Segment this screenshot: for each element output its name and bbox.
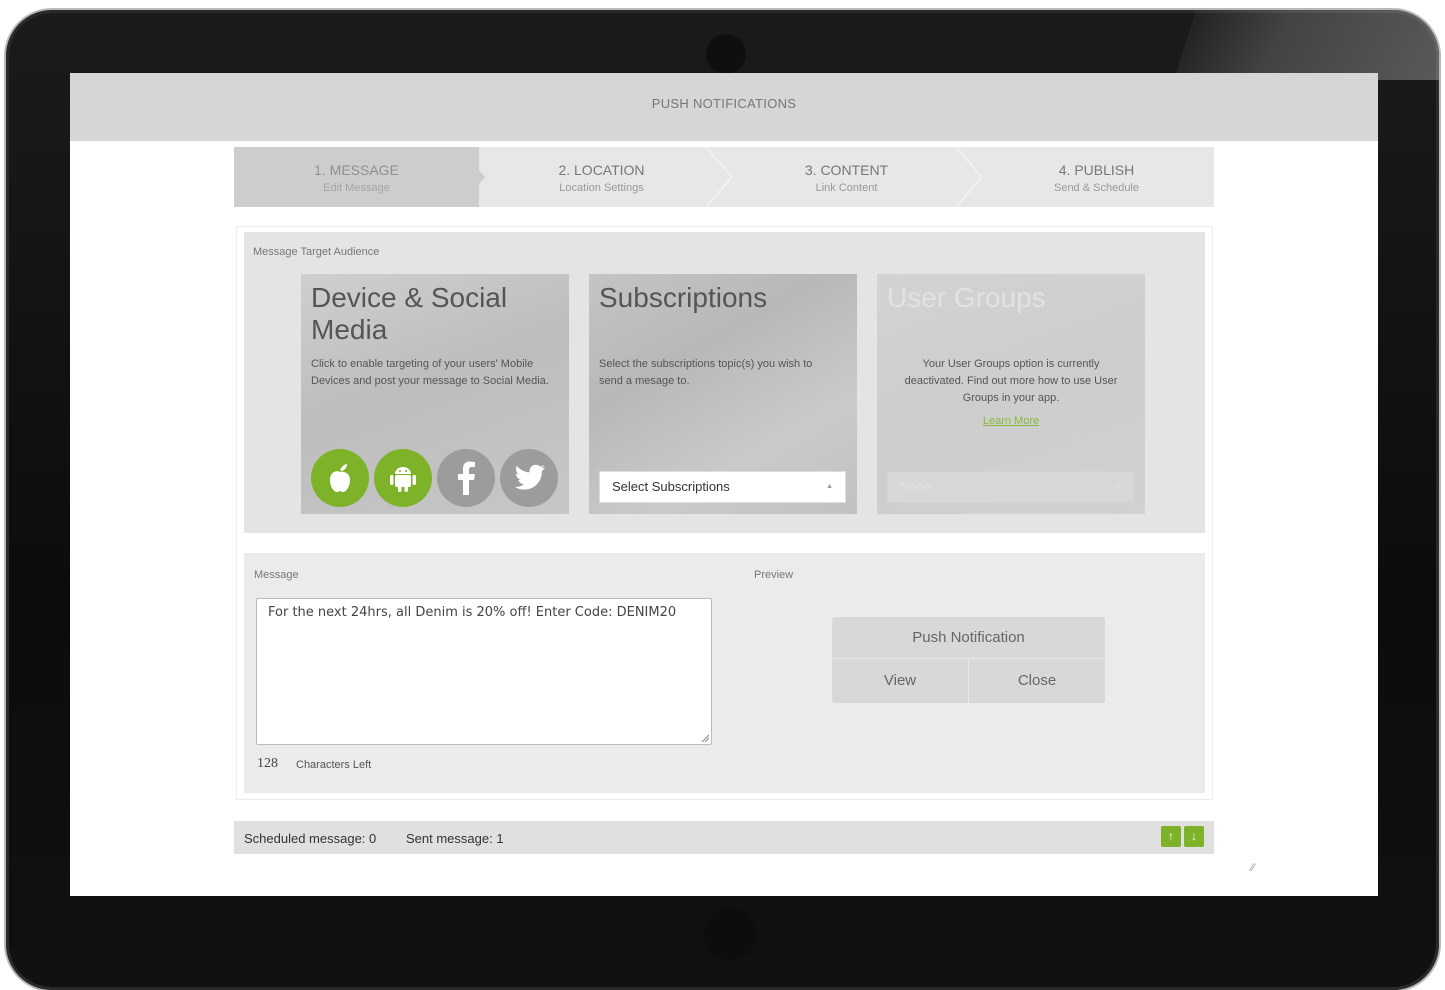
preview-close-button[interactable]: Close bbox=[969, 659, 1105, 703]
front-camera bbox=[706, 34, 746, 74]
card-device-social: Device & Social Media Click to enable ta… bbox=[301, 274, 569, 514]
step-subtitle: Edit Message bbox=[323, 182, 390, 194]
select-chevron-icon: ▲▼ bbox=[1114, 483, 1121, 514]
step-message[interactable]: 1. MESSAGE Edit Message bbox=[234, 147, 479, 207]
home-button bbox=[704, 908, 756, 960]
card-title: Device & Social Media bbox=[311, 282, 508, 345]
preview-title: Push Notification bbox=[832, 617, 1105, 659]
step-subtitle: Send & Schedule bbox=[1053, 182, 1139, 194]
step-location[interactable]: 2. LOCATION Location Settings bbox=[479, 147, 724, 207]
chars-left-count: 128 bbox=[257, 756, 278, 771]
chars-left-label: Characters Left bbox=[296, 759, 372, 771]
page-title: PUSH NOTIFICATIONS bbox=[651, 96, 797, 111]
step-publish[interactable]: 4. PUBLISH Send & Schedule bbox=[974, 147, 1219, 207]
message-textarea[interactable]: For the next 24hrs, all Denim is 20% off… bbox=[256, 598, 712, 745]
select-value: None bbox=[900, 479, 932, 494]
preview-label: Preview bbox=[754, 569, 794, 581]
step-subtitle: Link Content bbox=[815, 182, 878, 194]
select-value: Select Subscriptions bbox=[612, 479, 730, 494]
card-title: Subscriptions bbox=[599, 282, 768, 313]
user-groups-select: None ▲▼ bbox=[887, 471, 1134, 514]
sent-count: Sent message: 1 bbox=[406, 831, 504, 846]
message-section: Message For the next 24hrs, all Denim is… bbox=[244, 553, 1205, 793]
facebook-icon[interactable] bbox=[437, 449, 495, 507]
twitter-icon[interactable] bbox=[500, 449, 558, 507]
learn-more-link[interactable]: Learn More bbox=[877, 415, 1145, 427]
screen-glare bbox=[1174, 10, 1439, 80]
card-description: Your User Groups option is currently dea… bbox=[904, 358, 1118, 404]
apple-icon[interactable] bbox=[311, 449, 369, 507]
message-label: Message bbox=[254, 569, 299, 581]
card-subscriptions: Subscriptions Select the subscriptions t… bbox=[589, 274, 857, 514]
step-title: 1. MESSAGE bbox=[314, 162, 399, 178]
notification-preview: Push Notification View Close bbox=[832, 617, 1105, 703]
status-bar: Scheduled message: 0 Sent message: 1 ↑ ↓ bbox=[234, 821, 1214, 854]
scroll-up-button[interactable]: ↑ bbox=[1161, 826, 1181, 847]
corner-resize-icon: ⁄⁄ bbox=[1251, 862, 1255, 874]
card-description: Select the subscriptions topic(s) you wi… bbox=[599, 358, 813, 387]
app-screen: PUSH NOTIFICATIONS 1. MESSAGE Edit Messa… bbox=[70, 73, 1378, 896]
step-title: 3. CONTENT bbox=[804, 162, 889, 178]
audience-label: Message Target Audience bbox=[253, 246, 380, 258]
wizard-steps: 1. MESSAGE Edit Message 2. LOCATION Loca… bbox=[234, 147, 1214, 207]
card-user-groups: User Groups Your User Groups option is c… bbox=[877, 274, 1145, 514]
card-title: User Groups bbox=[887, 282, 1046, 313]
subscriptions-select[interactable]: Select Subscriptions ▲▼ bbox=[599, 471, 846, 514]
scroll-down-button[interactable]: ↓ bbox=[1184, 826, 1204, 847]
step-title: 2. LOCATION bbox=[558, 162, 645, 178]
step-subtitle: Location Settings bbox=[559, 182, 644, 194]
step-content[interactable]: 3. CONTENT Link Content bbox=[724, 147, 969, 207]
resize-handle-icon[interactable] bbox=[701, 734, 709, 742]
scheduled-count: Scheduled message: 0 bbox=[244, 831, 377, 846]
message-text: For the next 24hrs, all Denim is 20% off… bbox=[268, 605, 677, 620]
header-bar: PUSH NOTIFICATIONS bbox=[70, 73, 1378, 141]
card-description: Click to enable targeting of your users'… bbox=[311, 358, 549, 387]
step-title: 4. PUBLISH bbox=[1058, 162, 1135, 178]
select-chevron-icon: ▲▼ bbox=[826, 483, 833, 514]
preview-view-button[interactable]: View bbox=[832, 659, 969, 703]
android-icon[interactable] bbox=[374, 449, 432, 507]
